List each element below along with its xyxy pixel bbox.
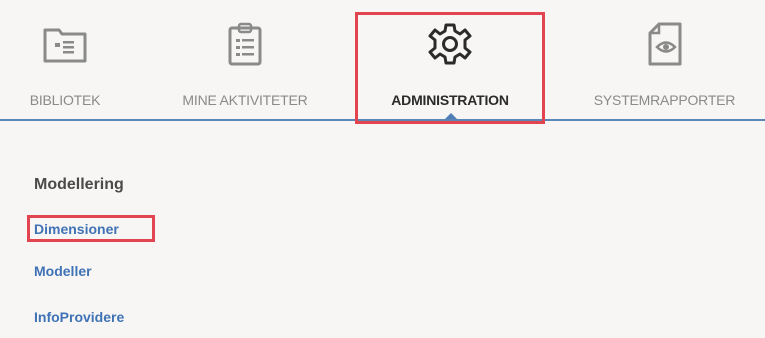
link-dimensioner[interactable]: Dimensioner [34, 221, 119, 237]
clipboard-list-icon [219, 18, 271, 70]
tab-label: ADMINISTRATION [391, 92, 509, 108]
document-eye-icon [639, 18, 691, 70]
tab-label: BIBLIOTEK [29, 92, 101, 108]
tab-systemrapporter[interactable]: SYSTEMRAPPORTER [564, 0, 765, 119]
gear-icon [424, 18, 476, 70]
tab-label: SYSTEMRAPPORTER [593, 92, 736, 108]
tab-label: MINE AKTIVITETER [182, 92, 308, 108]
tab-bibliotek[interactable]: BIBLIOTEK [0, 0, 130, 119]
tab-mine-aktiviteter[interactable]: MINE AKTIVITETER [152, 0, 338, 119]
top-navigation-bar: BIBLIOTEK MINE AKTIVITETER ADMINISTRATIO… [0, 0, 765, 121]
link-modeller[interactable]: Modeller [34, 263, 92, 279]
section-title: Modellering [34, 176, 124, 193]
library-folder-icon [39, 18, 91, 70]
link-infoprovidere[interactable]: InfoProvidere [34, 309, 124, 325]
active-tab-indicator [445, 113, 457, 119]
tab-administration[interactable]: ADMINISTRATION [352, 0, 548, 119]
